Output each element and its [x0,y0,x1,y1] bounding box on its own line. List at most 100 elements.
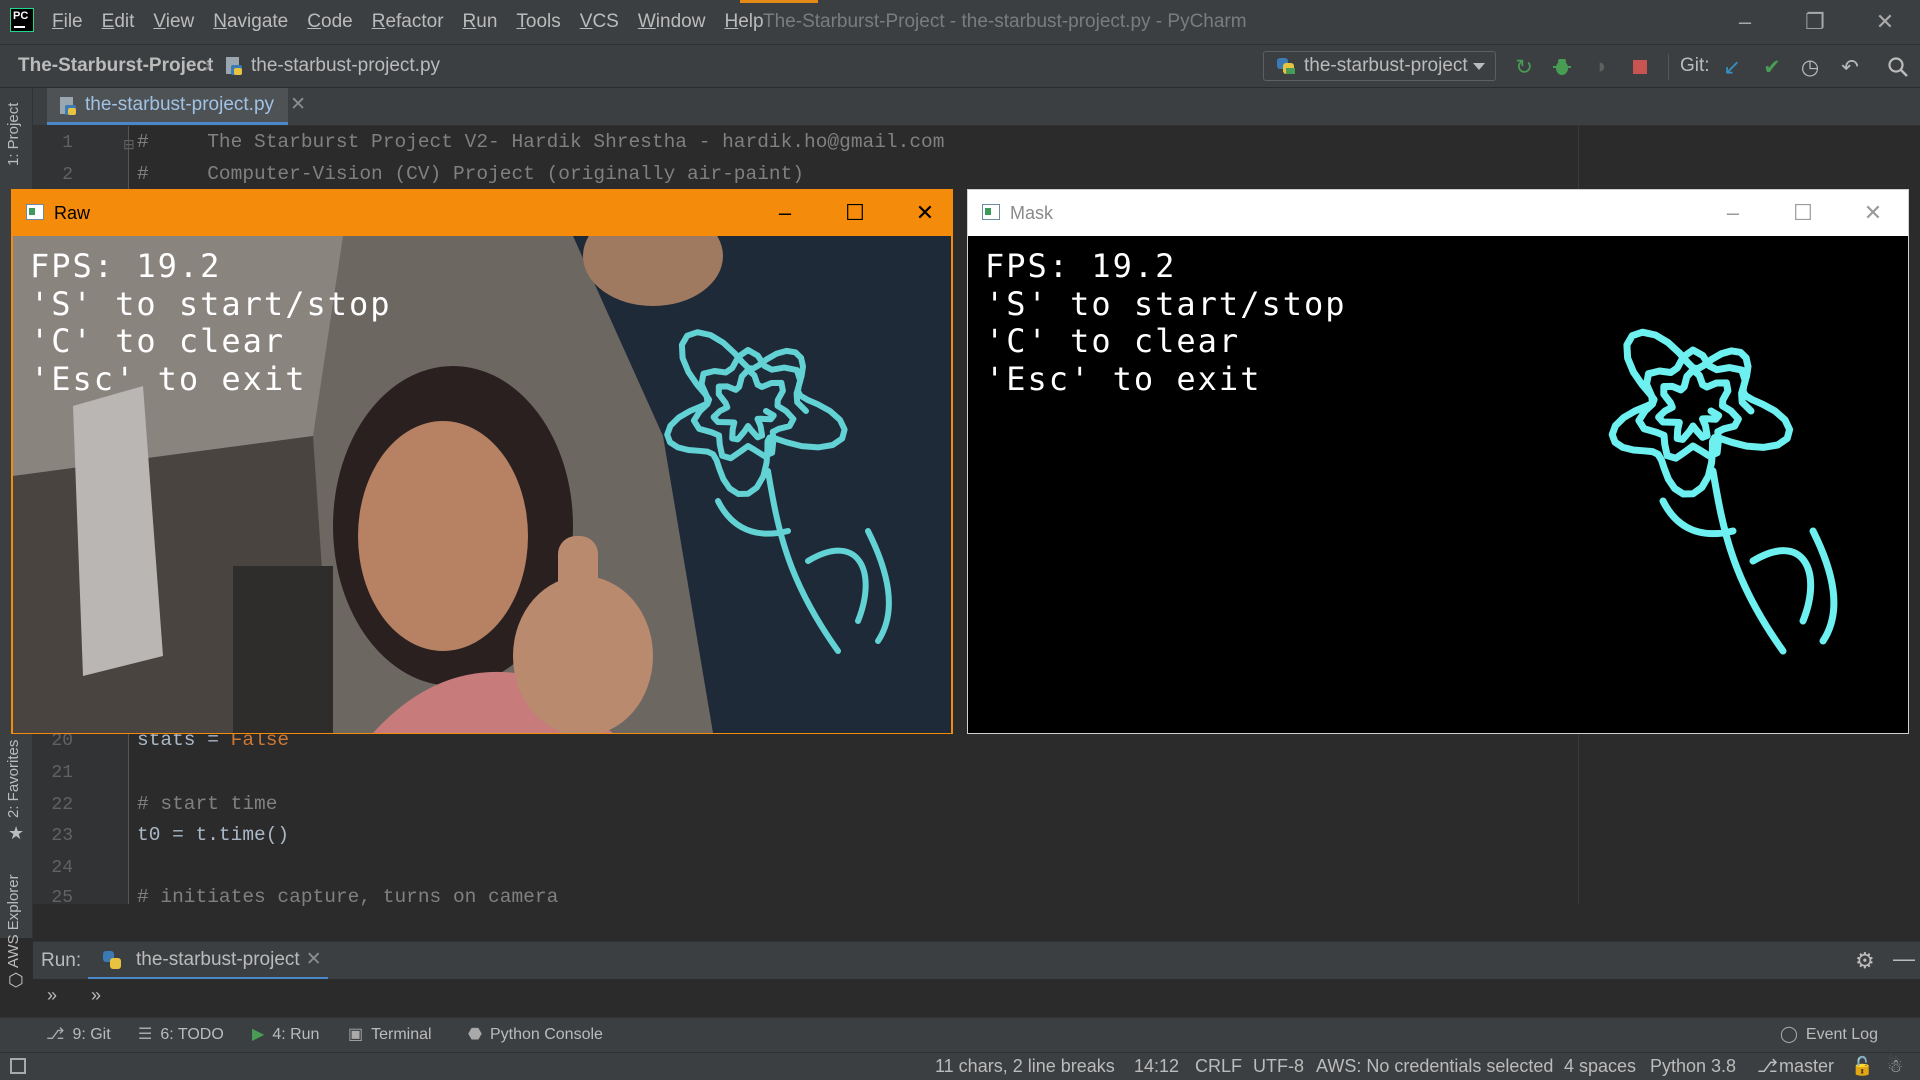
menu-window[interactable]: Window [638,11,706,33]
menu-navigate[interactable]: Navigate [213,11,288,33]
fold-icon[interactable]: ⊟ [123,136,135,153]
toggle-tool-windows-icon[interactable] [10,1058,26,1074]
code-line[interactable]: # Computer-Vision (CV) Project (original… [137,163,804,185]
lock-icon[interactable]: 🔓 [1851,1053,1873,1080]
minimize-icon[interactable]: – [1713,0,1777,44]
vcs-commit-icon[interactable]: ✔ [1760,55,1784,79]
tool-tab-aws-explorer[interactable]: AWS Explorer [5,874,22,968]
menu-edit[interactable]: Edit [102,11,135,33]
run-tab[interactable]: the-starbust-project ✕ [88,942,328,980]
rerun-icon[interactable]: ↻ [1512,55,1536,79]
menu-run[interactable]: Run [463,11,498,33]
tool-tab-favorites[interactable]: 2: Favorites [5,740,22,818]
tool-button-terminal[interactable]: ▣ Terminal [348,1018,432,1052]
line-number: 1 [62,133,73,153]
raw-window-title: Raw [54,203,91,223]
menu-view[interactable]: View [153,11,194,33]
breadcrumb-separator-icon: › [204,55,211,77]
mask-feed: FPS: 19.2 'S' to start/stop 'C' to clear 'E… [968,236,1908,733]
status-caret-position[interactable]: 14:12 [1134,1053,1179,1080]
close-icon[interactable]: ✕ [1838,190,1908,236]
menu-file[interactable]: File [52,11,83,33]
tool-button-label: 4: Run [272,1026,320,1043]
pycharm-logo-icon: PC [10,8,34,32]
status-interpreter[interactable]: Python 3.8 [1650,1053,1736,1080]
status-aws-credentials[interactable]: AWS: No credentials selected [1316,1053,1553,1080]
coverage-icon[interactable]: ◗ [1590,55,1614,79]
expand-toolbar-icon[interactable]: » [91,985,101,1006]
restore-icon[interactable]: ❐ [1783,0,1847,44]
menu-tools[interactable]: Tools [516,11,560,33]
code-line[interactable]: # The Starburst Project V2- Hardik Shres… [137,131,944,153]
minimize-icon[interactable]: – [1698,190,1768,236]
tool-button-label: 6: TODO [160,1026,224,1043]
hide-panel-icon[interactable]: — [1893,946,1915,972]
python-console-icon: ⬣ [468,1026,482,1043]
tool-button-todo[interactable]: ☰ 6: TODO [138,1018,224,1052]
run-configuration-label: the-starbust-project [1304,55,1468,76]
tool-button-git[interactable]: ⎇ 9: Git [46,1018,111,1052]
gear-icon[interactable]: ⚙ [1855,948,1875,974]
run-icon: ▶ [252,1026,265,1043]
code-line[interactable]: t0 = t.time() [137,824,289,846]
rollback-icon[interactable]: ↶ [1838,55,1862,79]
hint-exit: 'Esc' to exit [985,359,1262,398]
status-git-branch[interactable]: master [1779,1053,1834,1080]
tool-tab-project[interactable]: 1: Project [5,103,22,166]
line-number: 23 [51,826,73,846]
run-console[interactable]: » » [33,979,1920,1017]
fps-readout: FPS: 19.2 [30,247,222,285]
breadcrumb-file[interactable]: the-starbust-project.py [251,45,440,87]
minimize-icon[interactable]: – [750,190,820,236]
hint-exit: 'Esc' to exit [30,359,307,398]
raw-window-titlebar[interactable]: Raw – ☐ ✕ [12,190,952,236]
code-line[interactable]: # initiates capture, turns on camera [137,886,558,908]
python-config-icon [1277,58,1295,74]
navigation-bar: The-Starburst-Project › the-starbust-pro… [0,44,1920,88]
opencv-window-icon [982,204,1000,220]
vcs-update-icon[interactable]: ↙ [1720,55,1744,79]
menu-help[interactable]: Help [724,11,763,33]
tool-button-python-console[interactable]: ⬣ Python Console [468,1018,603,1052]
tool-button-run[interactable]: ▶ 4: Run [252,1018,319,1052]
fps-readout: FPS: 19.2 [985,247,1177,285]
hint-clear: 'C' to clear [30,322,286,360]
inspector-icon[interactable]: ☃ [1887,1053,1903,1080]
breadcrumb-project[interactable]: The-Starburst-Project [18,45,213,87]
status-encoding[interactable]: UTF-8 [1253,1053,1304,1080]
run-configuration-select[interactable]: the-starbust-project [1263,51,1496,81]
stop-icon[interactable] [1628,55,1652,79]
status-line-separator[interactable]: CRLF [1195,1053,1242,1080]
close-icon[interactable]: ✕ [890,190,960,236]
menu-vcs[interactable]: VCS [580,11,619,33]
python-file-icon [60,97,76,115]
chevron-down-icon [1473,63,1485,70]
expand-toolbar-icon[interactable]: » [47,985,57,1006]
status-indent[interactable]: 4 spaces [1564,1053,1636,1080]
history-icon[interactable]: ◷ [1798,55,1822,79]
menu-refactor[interactable]: Refactor [372,11,444,33]
bottom-tool-stripe: ⎇ 9: Git ☰ 6: TODO ▶ 4: Run ▣ Terminal ⬣ Pyth… [0,1017,1920,1052]
editor-tab-bar: the-starbust-project.py ✕ [33,88,1920,126]
maximize-icon[interactable]: ☐ [820,190,890,236]
line-number: 2 [62,165,73,185]
status-bar: 11 chars, 2 line breaks 14:12 CRLF UTF-8… [0,1052,1920,1080]
close-tab-icon[interactable]: ✕ [290,88,306,122]
editor-tab-active[interactable]: the-starbust-project.py ✕ [47,88,306,125]
debug-icon[interactable] [1550,55,1574,79]
close-icon[interactable]: ✕ [1853,0,1917,44]
search-icon[interactable] [1886,55,1910,79]
raw-camera-window[interactable]: Raw – ☐ ✕ FPS: 19.2 'S' to start/stop 'C' … [11,189,953,734]
code-line[interactable]: # start time [137,793,277,815]
opencv-window-icon [26,204,44,220]
tool-button-label: 9: Git [72,1026,111,1043]
python-icon [103,951,121,969]
menu-code[interactable]: Code [307,11,352,33]
close-tab-icon[interactable]: ✕ [306,942,322,978]
tool-button-label: Python Console [489,1026,603,1043]
mask-window-titlebar[interactable]: Mask – ☐ ✕ [968,190,1908,236]
mask-window[interactable]: Mask – ☐ ✕ FPS: 19.2 'S' to start/stop 'C'… [967,189,1909,734]
maximize-icon[interactable]: ☐ [1768,190,1838,236]
hint-clear: 'C' to clear [985,322,1241,360]
event-log-button[interactable]: ◯ Event Log [1780,1018,1878,1052]
